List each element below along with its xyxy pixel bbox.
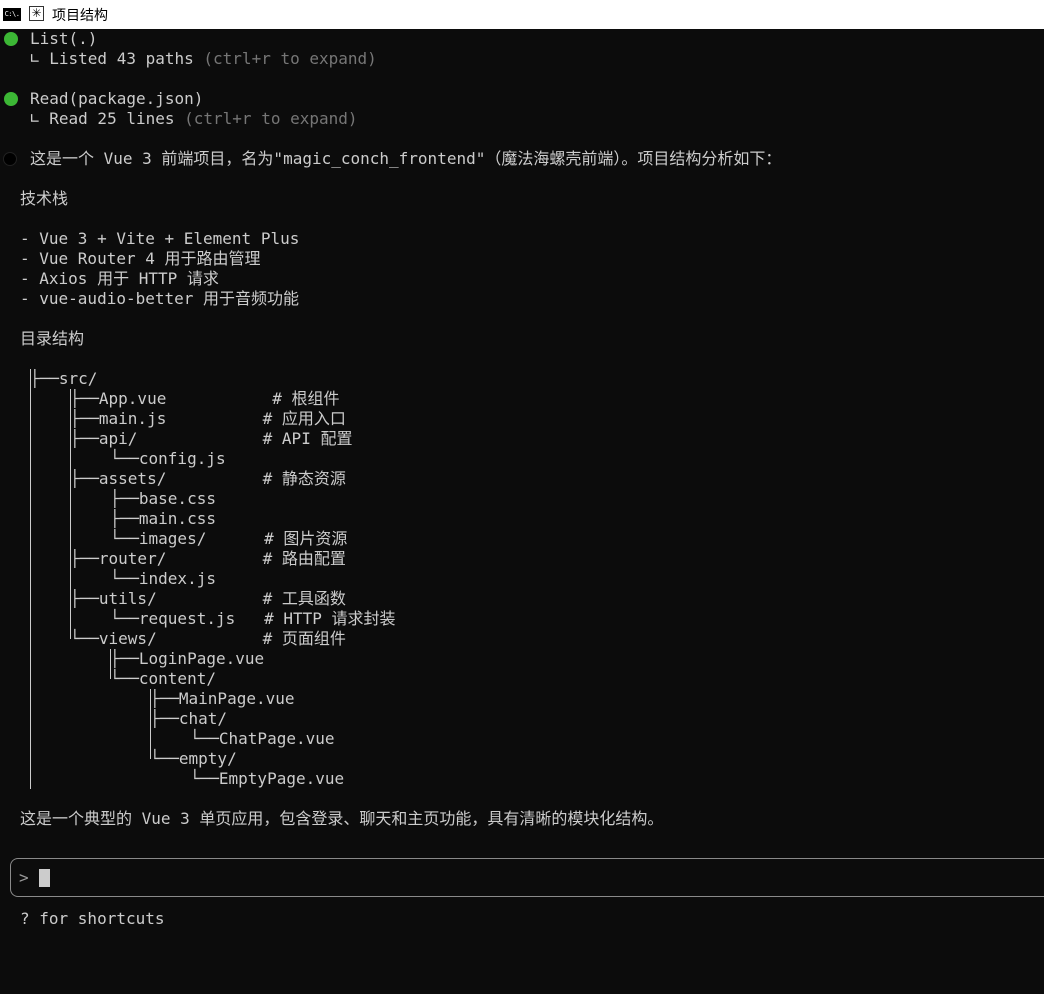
tree-entry: └──content/ (110, 669, 216, 688)
tree-entry: └──ChatPage.vue (190, 729, 335, 748)
asterisk-icon: ✳ (29, 6, 44, 21)
tree-entry: └──index.js (110, 569, 216, 588)
success-dot-icon (4, 32, 18, 46)
tree-entry: ├──main.css (110, 509, 216, 528)
tech-stack-heading: 技术栈 (20, 189, 69, 208)
tool-result-list: ∟ Listed 43 paths (ctrl+r to expand) (30, 49, 377, 69)
tree-entry: ├──MainPage.vue (150, 689, 295, 708)
tree-entry: ├──main.js # 应用入口 (70, 409, 346, 428)
expand-hint: (ctrl+r to expand) (174, 109, 358, 128)
tree-entry: ├──chat/ (150, 709, 228, 728)
tree-entry: ├──utils/ # 工具函数 (70, 589, 346, 608)
tree-entry: ├──src/ (30, 369, 98, 388)
tech-item: - Axios 用于 HTTP 请求 (20, 269, 219, 288)
shortcuts-hint: ? for shortcuts (20, 909, 165, 928)
tool-result-read: ∟ Read 25 lines (ctrl+r to expand) (30, 109, 358, 129)
tree-entry: └──EmptyPage.vue (190, 769, 345, 788)
text-cursor (39, 869, 50, 887)
tree-entry: ├──App.vue # 根组件 (70, 389, 340, 408)
tool-call-read: Read(package.json) (30, 89, 204, 108)
tool-call-list: List(.) (30, 29, 98, 48)
tree-entry: ├──LoginPage.vue (110, 649, 265, 668)
tool-result-text: ∟ Read 25 lines (30, 109, 175, 128)
response-summary: 这是一个典型的 Vue 3 单页应用，包含登录、聊天和主页功能，具有清晰的模块化… (20, 809, 664, 828)
tool-result-text: ∟ Listed 43 paths (30, 49, 194, 68)
tree-entry: ├──assets/ # 静态资源 (70, 469, 346, 488)
prompt-input[interactable]: > (10, 858, 1044, 897)
window-title: 项目结构 (52, 8, 108, 24)
response-dot-icon (3, 152, 17, 166)
success-dot-icon (4, 92, 18, 106)
expand-hint: (ctrl+r to expand) (193, 49, 377, 68)
tree-entry: └──empty/ (150, 749, 237, 768)
tree-entry: └──config.js (110, 449, 226, 468)
tree-entry: ├──base.css (110, 489, 216, 508)
response-intro: 这是一个 Vue 3 前端项目，名为"magic_conch_frontend"… (30, 149, 782, 168)
terminal-output: List(.) ∟ Listed 43 paths (ctrl+r to exp… (0, 29, 1044, 994)
tree-entry: └──views/ # 页面组件 (70, 629, 346, 648)
tree-entry: └──request.js # HTTP 请求封装 (110, 609, 396, 628)
window-titlebar: C:\. ✳ 项目结构 (0, 0, 1044, 29)
tree-guide-line (30, 369, 31, 789)
directory-heading: 目录结构 (20, 329, 85, 348)
tree-entry: ├──api/ # API 配置 (70, 429, 353, 448)
tech-item: - vue-audio-better 用于音频功能 (20, 289, 300, 308)
tech-item: - Vue Router 4 用于路由管理 (20, 249, 261, 268)
tech-item: - Vue 3 + Vite + Element Plus (20, 229, 300, 248)
tree-entry: └──images/ # 图片资源 (110, 529, 348, 548)
tree-entry: ├──router/ # 路由配置 (70, 549, 346, 568)
prompt-caret-icon: > (19, 868, 29, 887)
terminal-app-icon: C:\. (3, 8, 21, 21)
